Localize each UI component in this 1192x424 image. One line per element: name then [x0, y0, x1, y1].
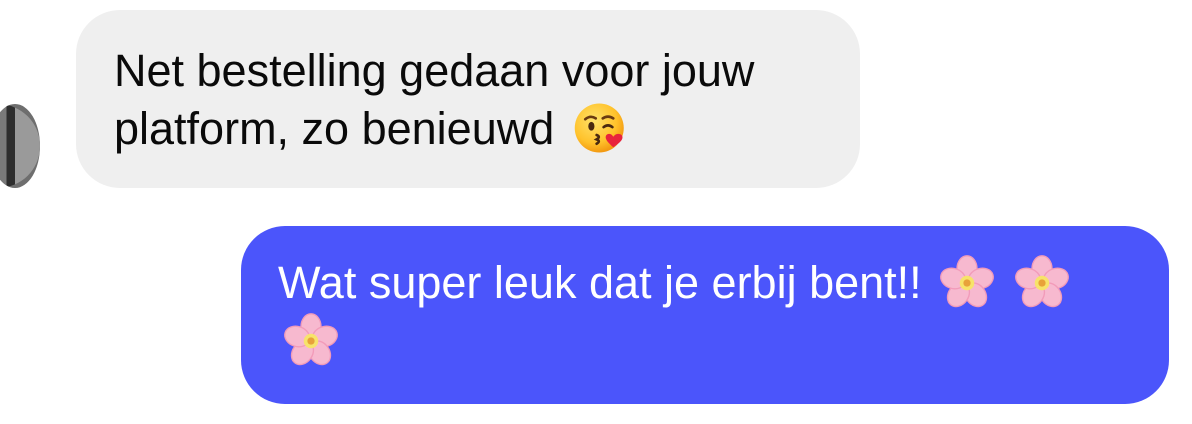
- cherry-blossom-icon: [282, 312, 340, 370]
- cherry-blossom-icon: [938, 254, 996, 312]
- sent-message-bubble[interactable]: Wat super leuk dat je erbij bent!!: [241, 226, 1169, 404]
- cherry-blossom-icon: [1013, 254, 1071, 312]
- received-message-bubble[interactable]: Net bestelling gedaan voor jouw platform…: [76, 10, 860, 188]
- kissing-face-with-heart-icon: [573, 100, 629, 156]
- sent-message-text: Wat super leuk dat je erbij bent!!: [278, 257, 922, 308]
- avatar-photo: [0, 104, 40, 188]
- contact-avatar[interactable]: [0, 104, 40, 188]
- received-message-text: Net bestelling gedaan voor jouw platform…: [114, 45, 755, 154]
